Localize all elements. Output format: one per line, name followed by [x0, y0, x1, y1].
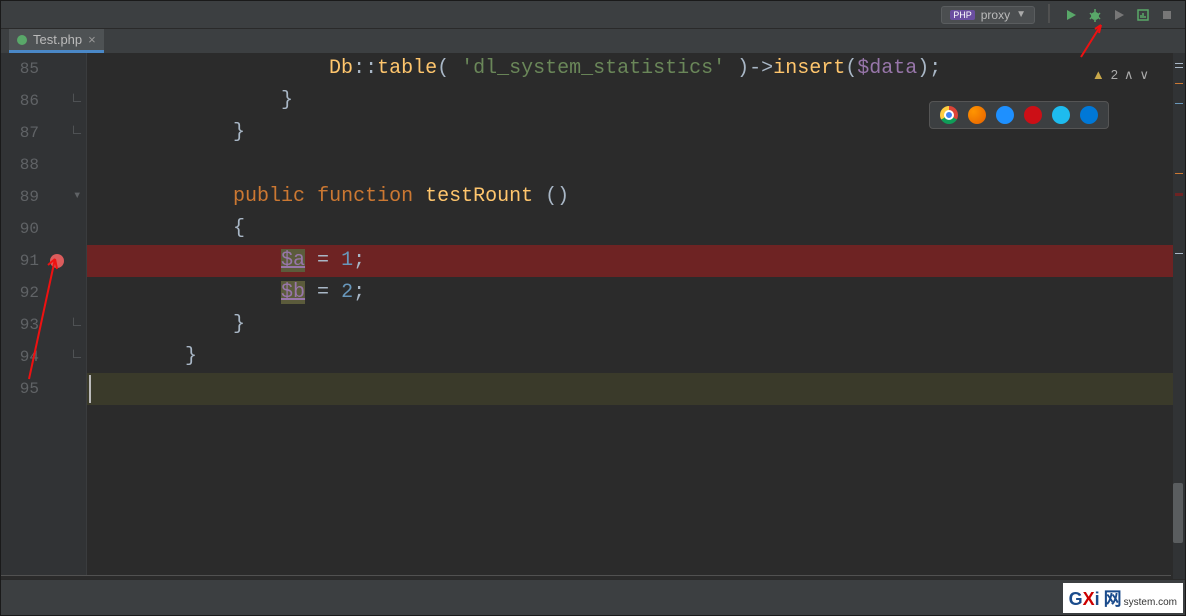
fold-gutter[interactable]: ∟ ∟ ▾ ∟ ∟ — [69, 53, 87, 581]
token-op: = — [305, 249, 341, 272]
line-number[interactable]: 89 — [1, 181, 39, 213]
wm-x: X — [1083, 589, 1095, 610]
tab-test-php[interactable]: Test.php × — [9, 29, 104, 53]
token-op: = — [305, 281, 341, 304]
token-paren: () — [533, 185, 569, 208]
toolbar-divider: | — [1043, 3, 1055, 26]
token-punc: } — [89, 89, 293, 112]
fold-close-icon[interactable]: ∟ — [73, 123, 81, 139]
stop-icon[interactable] — [1159, 7, 1175, 23]
run-config-selector[interactable]: PHP proxy ▼ — [941, 6, 1035, 24]
breakpoint-icon[interactable] — [50, 254, 64, 268]
tab-title: Test.php — [33, 32, 82, 47]
status-bar — [1, 579, 1185, 615]
line-number[interactable]: 93 — [1, 309, 39, 341]
chevron-down-icon: ▼ — [1016, 9, 1026, 20]
token-punc — [413, 185, 425, 208]
breakpoint-gutter[interactable] — [45, 53, 69, 581]
code-line[interactable]: Db::table( 'dl_system_statistics' )->ins… — [87, 53, 1173, 85]
line-number[interactable]: 88 — [1, 149, 39, 181]
main-toolbar: PHP proxy ▼ | — [1, 1, 1185, 29]
close-icon[interactable]: × — [88, 32, 96, 47]
token-kw: public — [233, 185, 305, 208]
token-punc — [89, 249, 281, 272]
token-paren: ( — [845, 57, 857, 80]
code-line[interactable]: } — [87, 117, 1173, 149]
editor-tabs: Test.php × — [1, 29, 1185, 53]
token-num: 1 — [341, 249, 353, 272]
token-punc: ; — [353, 249, 365, 272]
token-punc: ); — [917, 57, 941, 80]
run-config-name: proxy — [981, 8, 1010, 22]
token-varhl: $a — [281, 249, 305, 272]
fold-open-icon[interactable]: ▾ — [73, 187, 81, 204]
code-line[interactable]: { — [87, 213, 1173, 245]
token-punc: } — [89, 313, 245, 336]
watermark: GXi 网 system.com — [1063, 583, 1183, 613]
line-number[interactable]: 94 — [1, 341, 39, 373]
token-op: :: — [353, 57, 377, 80]
token-paren: ( — [437, 57, 461, 80]
code-line[interactable]: } — [87, 341, 1173, 373]
code-line[interactable]: } — [87, 309, 1173, 341]
fold-close-icon[interactable]: ∟ — [73, 347, 81, 363]
token-punc: ; — [353, 281, 365, 304]
code-line[interactable] — [87, 373, 1173, 405]
line-number[interactable]: 85 — [1, 53, 39, 85]
coverage-icon[interactable] — [1111, 7, 1127, 23]
profile-icon[interactable] — [1135, 7, 1151, 23]
token-punc: } — [89, 121, 245, 144]
token-fn: table — [377, 57, 437, 80]
caret — [89, 375, 91, 403]
scrollbar-thumb[interactable] — [1173, 483, 1183, 543]
token-punc — [89, 185, 233, 208]
wm-g: G — [1069, 589, 1083, 610]
editor: 8586878889909192939495 ∟ ∟ ▾ ∟ ∟ ▲ 2 ∧ ∨ Db:… — [1, 53, 1185, 581]
line-number[interactable]: 91 — [1, 245, 39, 277]
token-arrow: -> — [749, 57, 773, 80]
token-fn: testRount — [425, 185, 533, 208]
token-paren: ) — [725, 57, 749, 80]
token-varhl: $b — [281, 281, 305, 304]
token-str: 'dl_system_statistics' — [461, 57, 725, 80]
token-punc — [89, 281, 281, 304]
wm-domain: system.com — [1124, 597, 1177, 608]
wm-i: i — [1095, 589, 1100, 610]
debug-icon[interactable] — [1087, 7, 1103, 23]
line-number-gutter[interactable]: 8586878889909192939495 — [1, 53, 45, 581]
token-var: $data — [857, 57, 917, 80]
code-line[interactable] — [87, 149, 1173, 181]
line-number[interactable]: 86 — [1, 85, 39, 117]
token-kw: function — [317, 185, 413, 208]
wm-net: 网 — [1104, 585, 1122, 611]
token-static: Db — [329, 57, 353, 80]
php-badge-icon: PHP — [950, 10, 975, 20]
token-num: 2 — [341, 281, 353, 304]
token-punc: } — [89, 345, 197, 368]
code-line[interactable]: public function testRount () — [87, 181, 1173, 213]
line-number[interactable]: 92 — [1, 277, 39, 309]
token-punc — [89, 57, 329, 80]
token-fn: insert — [773, 57, 845, 80]
code-line[interactable]: $a = 1; — [87, 245, 1173, 277]
token-punc: { — [89, 217, 245, 240]
fold-close-icon[interactable]: ∟ — [73, 91, 81, 107]
token-punc — [305, 185, 317, 208]
run-icon[interactable] — [1063, 7, 1079, 23]
file-type-icon — [17, 35, 27, 45]
line-number[interactable]: 90 — [1, 213, 39, 245]
line-number[interactable]: 95 — [1, 373, 39, 405]
code-line[interactable]: } — [87, 85, 1173, 117]
line-number[interactable]: 87 — [1, 117, 39, 149]
fold-close-icon[interactable]: ∟ — [73, 315, 81, 331]
code-line[interactable]: $b = 2; — [87, 277, 1173, 309]
code-area[interactable]: ▲ 2 ∧ ∨ Db::table( 'dl_system_statistics… — [87, 53, 1173, 581]
